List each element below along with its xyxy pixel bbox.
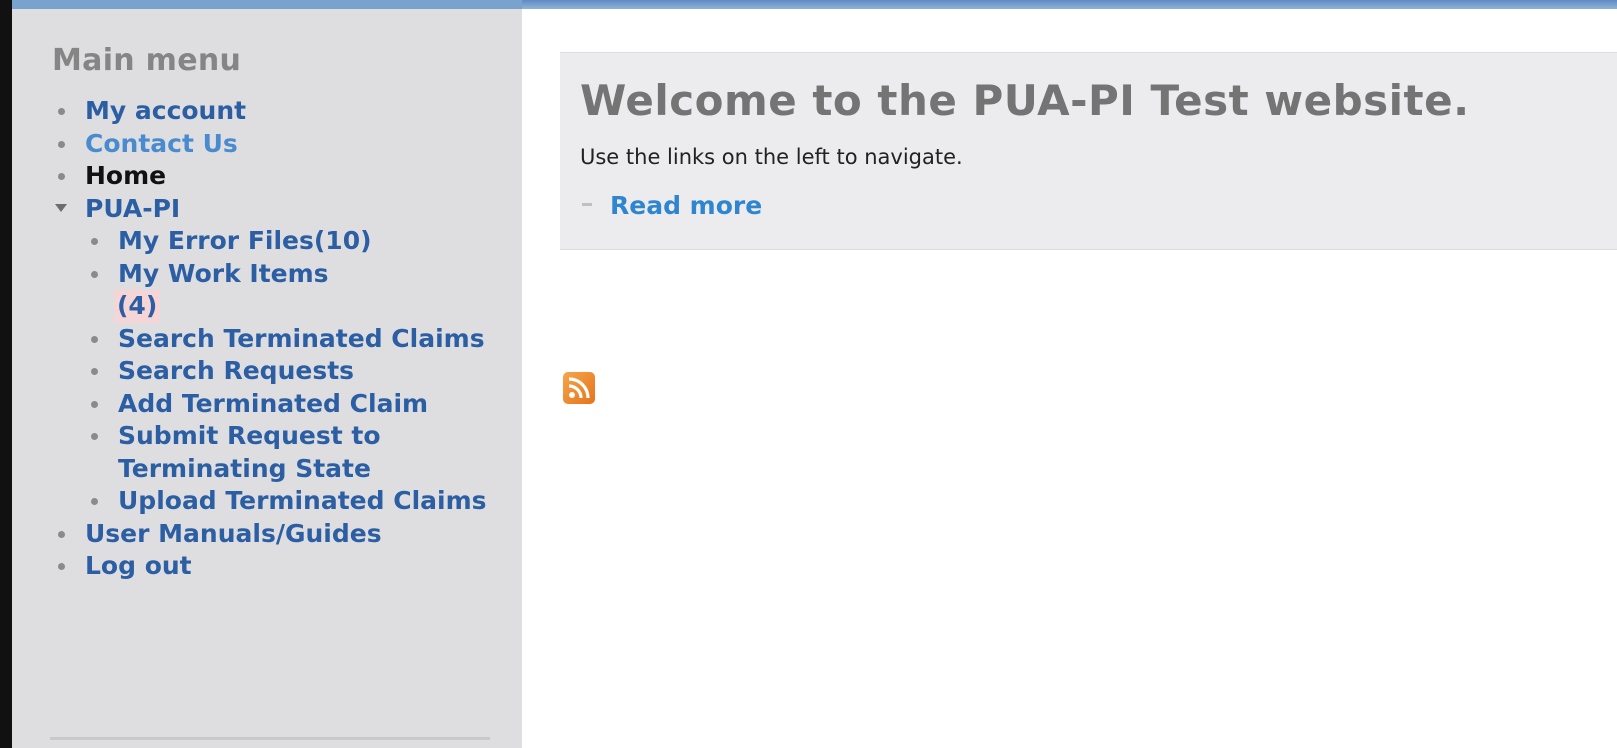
window-left-edge (0, 0, 12, 748)
menu-item-label: Home (85, 161, 167, 190)
submenu-item-search-terminated-claims[interactable]: Search Terminated Claims (85, 323, 522, 356)
bullet-icon (58, 140, 65, 148)
welcome-panel: Welcome to the PUA-PI Test website. Use … (560, 52, 1617, 250)
bullet-icon (91, 433, 98, 440)
bullet-icon (91, 400, 98, 408)
sidebar-divider (50, 737, 490, 740)
submenu-item-label: My Error Files(10) (118, 226, 372, 255)
bullet-icon (91, 335, 98, 343)
submenu-item-label: Search Terminated Claims (118, 323, 485, 353)
bullet-icon (58, 108, 65, 115)
bullet-icon (91, 238, 98, 245)
sidebar-title: Main menu (52, 43, 242, 78)
menu-item-log-out[interactable]: Log out (52, 550, 522, 583)
bullet-icon (91, 368, 98, 375)
submenu-item-upload-terminated-claims[interactable]: Upload Terminated Claims (85, 485, 522, 518)
menu-item-label: Contact Us (85, 128, 238, 158)
expanded-triangle-icon (55, 203, 67, 212)
menu-item-label: Log out (85, 551, 192, 580)
menu-item-label: PUA-PI (85, 193, 181, 223)
bullet-icon (91, 270, 98, 278)
submenu-item-search-requests[interactable]: Search Requests (85, 355, 522, 388)
submenu-item-add-terminated-claim[interactable]: Add Terminated Claim (85, 388, 522, 421)
welcome-text: Use the links on the left to navigate. (580, 145, 963, 169)
page: Main menu My account Contact Us Home PUA… (0, 0, 1617, 748)
page-title: Welcome to the PUA-PI Test website. (580, 76, 1470, 125)
submenu-item-label: Search Requests (118, 356, 355, 385)
header-strip (522, 0, 1617, 9)
submenu-item-my-work-items[interactable]: My Work Items (4) (85, 258, 522, 323)
read-more-label: Read more (610, 191, 763, 220)
menu-item-label: My account (85, 96, 247, 125)
sidebar: Main menu My account Contact Us Home PUA… (12, 9, 522, 748)
submenu-item-my-error-files[interactable]: My Error Files(10) (85, 225, 522, 258)
menu-item-pua-pi[interactable]: PUA-PI My Error Files(10) My Work Items … (52, 193, 522, 518)
bullet-icon (91, 498, 98, 505)
read-more-link[interactable]: Read more (580, 191, 1617, 220)
bullet-icon (58, 173, 65, 180)
work-items-count-badge: (4) (114, 290, 161, 323)
bullet-icon (582, 203, 592, 206)
pua-pi-submenu: My Error Files(10) My Work Items (4) Sea… (85, 225, 522, 518)
bullet-icon (58, 563, 65, 570)
submenu-item-label: Submit Request to Terminating State (118, 421, 381, 483)
rss-feed-icon[interactable] (563, 372, 595, 404)
submenu-item-label: Upload Terminated Claims (118, 486, 487, 515)
menu-item-label: User Manuals/Guides (85, 518, 382, 548)
main-menu: My account Contact Us Home PUA-PI My Err… (52, 95, 522, 583)
menu-item-home[interactable]: Home (52, 160, 522, 193)
menu-item-contact-us[interactable]: Contact Us (52, 128, 522, 161)
menu-item-user-manuals[interactable]: User Manuals/Guides (52, 518, 522, 551)
bullet-icon (58, 530, 65, 538)
submenu-item-label: Add Terminated Claim (118, 388, 429, 418)
submenu-item-label: My Work Items (118, 258, 329, 288)
submenu-item-submit-request[interactable]: Submit Request to Terminating State (85, 420, 522, 485)
menu-item-my-account[interactable]: My account (52, 95, 522, 128)
